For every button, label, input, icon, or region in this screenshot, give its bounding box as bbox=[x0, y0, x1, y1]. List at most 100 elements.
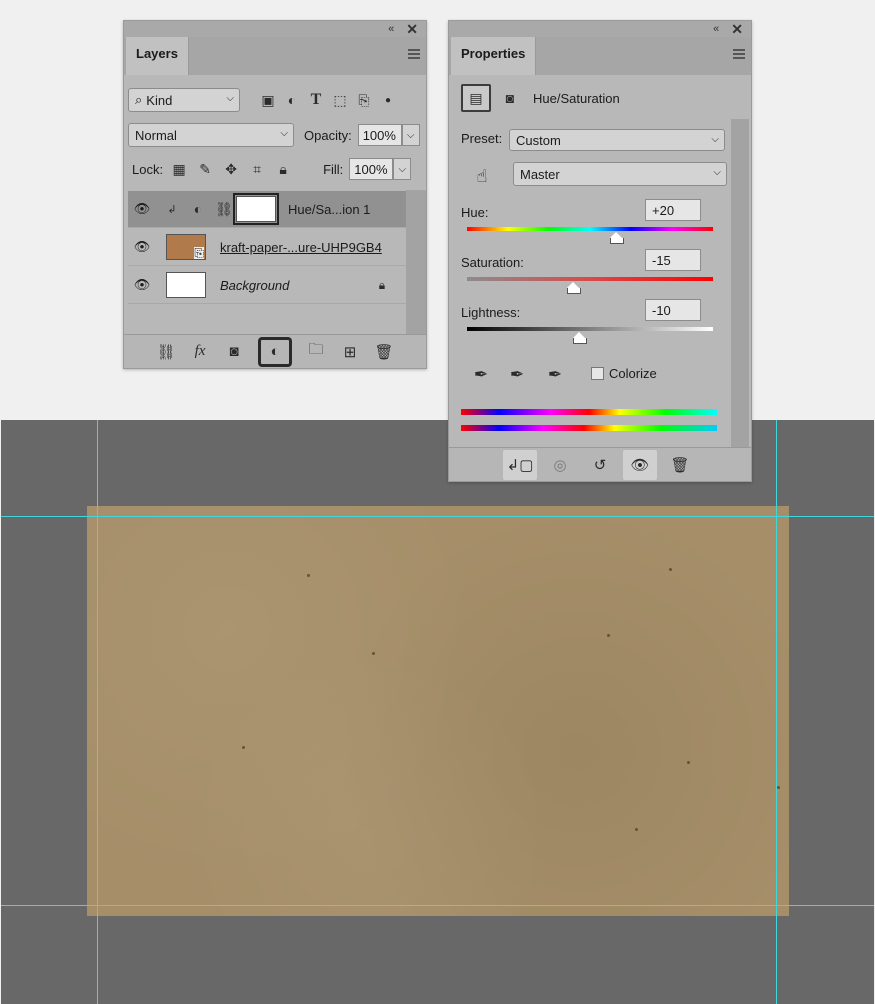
hue-slider-thumb[interactable] bbox=[610, 232, 624, 244]
link-layers-icon[interactable]: ⛓︎ bbox=[156, 342, 176, 362]
close-icon[interactable]: ✕ bbox=[731, 21, 743, 38]
layer-lock-icon: 🔒︎ bbox=[378, 277, 386, 292]
new-adjustment-layer-icon[interactable]: ◐ bbox=[258, 336, 292, 367]
panel-menu-icon[interactable] bbox=[408, 49, 420, 59]
preset-value: Custom bbox=[516, 132, 561, 148]
delete-trash-icon[interactable]: 🗑︎ bbox=[663, 450, 697, 480]
chevron-down-icon: ⌵ bbox=[280, 128, 288, 139]
fill-label: Fill: bbox=[323, 161, 344, 177]
add-mask-icon[interactable]: ◙ bbox=[224, 342, 244, 362]
layer-name[interactable]: kraft-paper-...ure-UHP9GB4 bbox=[220, 240, 382, 255]
lock-artboard-icon[interactable]: ⌗ bbox=[247, 159, 267, 179]
properties-tabbar: Properties bbox=[449, 37, 751, 75]
clip-to-layer-icon[interactable]: ↲▢ bbox=[503, 449, 537, 480]
preset-dropdown[interactable]: Custom ⌵ bbox=[509, 129, 725, 151]
collapse-icon[interactable]: « bbox=[713, 23, 719, 35]
document-canvas[interactable] bbox=[1, 420, 874, 1004]
opacity-input[interactable]: 100% bbox=[357, 124, 402, 146]
tab-layers[interactable]: Layers bbox=[126, 37, 189, 75]
reset-icon[interactable]: ↺ bbox=[583, 450, 617, 480]
targeted-adjustment-hand-icon[interactable]: ☝︎ bbox=[469, 163, 495, 189]
colorize-label: Colorize bbox=[609, 366, 657, 381]
preset-label: Preset: bbox=[461, 131, 503, 146]
saturation-input[interactable]: -15 bbox=[645, 249, 701, 271]
tab-properties[interactable]: Properties bbox=[451, 37, 537, 75]
link-chain-icon[interactable]: ⛓︎ bbox=[214, 199, 234, 219]
layers-panel: « ✕ Layers ⌕ Kind ⌵ ▣ ◐ T ⬚ ⎘ ● Normal ⌵… bbox=[123, 20, 427, 369]
hue-input[interactable]: +20 bbox=[645, 199, 701, 221]
search-icon: ⌕ bbox=[135, 92, 143, 107]
chevron-down-icon: ⌵ bbox=[713, 167, 721, 178]
pixel-filter-icon[interactable]: ▣ bbox=[258, 90, 278, 110]
lock-transparent-icon[interactable]: ▦ bbox=[169, 159, 189, 179]
guide-horizontal-bottom[interactable] bbox=[1, 905, 874, 906]
new-layer-icon[interactable]: ⊞ bbox=[340, 342, 360, 362]
close-icon[interactable]: ✕ bbox=[406, 21, 418, 38]
layer-name[interactable]: Background bbox=[220, 278, 289, 293]
fill-input[interactable]: 100% bbox=[349, 158, 394, 180]
guide-vertical-left[interactable] bbox=[97, 420, 98, 1004]
new-group-folder-icon[interactable]: 🗀 bbox=[306, 341, 326, 362]
blend-mode-dropdown[interactable]: Normal ⌵ bbox=[128, 123, 294, 147]
lightness-label: Lightness: bbox=[461, 305, 521, 320]
visibility-eye-icon[interactable]: 👁︎ bbox=[128, 239, 156, 255]
eyedropper-minus-icon[interactable]: ✒︎ bbox=[545, 365, 565, 385]
channel-dropdown[interactable]: Master ⌵ bbox=[513, 162, 727, 186]
kraft-paper-image bbox=[87, 506, 789, 916]
filter-toggle-icon[interactable]: ● bbox=[378, 90, 398, 110]
lock-all-icon[interactable]: 🔒︎ bbox=[273, 159, 293, 179]
eyedropper-icon[interactable]: ✒︎ bbox=[471, 365, 491, 385]
properties-scrollbar[interactable] bbox=[731, 119, 749, 449]
visibility-eye-icon[interactable]: 👁︎ bbox=[128, 201, 156, 217]
panel-titlebar: « ✕ bbox=[124, 21, 426, 37]
hue-slider-track[interactable] bbox=[467, 227, 713, 231]
type-filter-icon[interactable]: T bbox=[306, 90, 326, 110]
toggle-visibility-eye-icon[interactable]: 👁︎ bbox=[623, 449, 657, 480]
layer-mask-properties-icon[interactable]: ◙ bbox=[497, 85, 523, 111]
layer-mask-thumbnail[interactable] bbox=[233, 193, 279, 225]
layers-scrollbar[interactable] bbox=[406, 190, 426, 336]
guide-vertical-right[interactable] bbox=[776, 420, 777, 1004]
lock-position-move-icon[interactable]: ✥ bbox=[221, 159, 241, 179]
adjustment-title: Hue/Saturation bbox=[533, 90, 620, 106]
opacity-chevron-icon[interactable]: ⌵ bbox=[401, 124, 420, 146]
hue-saturation-adjustment-icon[interactable]: ▤ bbox=[461, 84, 491, 112]
guide-horizontal-top[interactable] bbox=[1, 516, 874, 517]
layer-row-hue-saturation[interactable]: 👁︎ ↲ ◐ ⛓︎ Hue/Sa...ion 1 bbox=[128, 191, 406, 228]
layer-row-background[interactable]: 👁︎ Background 🔒︎ bbox=[128, 267, 406, 304]
shape-filter-icon[interactable]: ⬚ bbox=[330, 90, 350, 110]
properties-content: Preset: Custom ⌵ ☝︎ Master ⌵ Hue: +20 Sa… bbox=[455, 119, 731, 449]
blend-mode-value: Normal bbox=[135, 127, 177, 143]
saturation-slider-track[interactable] bbox=[467, 277, 713, 281]
lightness-slider-track[interactable] bbox=[467, 327, 713, 331]
adjustment-filter-icon[interactable]: ◐ bbox=[282, 90, 302, 110]
visibility-eye-icon[interactable]: 👁︎ bbox=[128, 277, 156, 293]
layer-row-kraft-paper[interactable]: 👁︎ kraft-paper-...ure-UHP9GB4 bbox=[128, 229, 406, 266]
delete-trash-icon[interactable]: 🗑︎ bbox=[374, 342, 394, 362]
collapse-icon[interactable]: « bbox=[388, 23, 394, 35]
smart-object-filter-icon[interactable]: ⎘ bbox=[354, 90, 374, 110]
hue-label: Hue: bbox=[461, 205, 489, 220]
saturation-slider-thumb[interactable] bbox=[567, 282, 581, 294]
view-previous-state-icon[interactable]: ◎ bbox=[543, 450, 577, 480]
adjustment-layer-icon: ◐ bbox=[193, 201, 203, 217]
filter-kind-dropdown[interactable]: ⌕ Kind ⌵ bbox=[128, 88, 240, 112]
fx-icon[interactable]: fx bbox=[190, 342, 210, 362]
layer-name[interactable]: Hue/Sa...ion 1 bbox=[288, 202, 370, 217]
eyedropper-plus-icon[interactable]: ✒︎ bbox=[507, 365, 527, 385]
layers-footer: ⛓︎ fx ◙ ◐ 🗀 ⊞ 🗑︎ bbox=[124, 334, 426, 368]
panel-menu-icon[interactable] bbox=[733, 49, 745, 59]
result-color-spectrum-bar bbox=[461, 425, 717, 431]
lock-pixels-brush-icon[interactable]: ✎ bbox=[195, 159, 215, 179]
background-thumbnail[interactable] bbox=[166, 272, 206, 298]
colorize-checkbox[interactable] bbox=[591, 367, 604, 380]
filter-kind-value: Kind bbox=[146, 92, 173, 108]
lightness-slider-thumb[interactable] bbox=[573, 332, 587, 344]
fill-chevron-icon[interactable]: ⌵ bbox=[393, 158, 412, 180]
lightness-input[interactable]: -10 bbox=[645, 299, 701, 321]
saturation-label: Saturation: bbox=[461, 255, 524, 270]
smart-object-thumbnail[interactable] bbox=[166, 234, 206, 260]
properties-footer: ↲▢ ◎ ↺ 👁︎ 🗑︎ bbox=[449, 447, 751, 481]
clipping-arrow-icon: ↲ bbox=[167, 203, 177, 216]
lock-label: Lock: bbox=[132, 161, 164, 177]
